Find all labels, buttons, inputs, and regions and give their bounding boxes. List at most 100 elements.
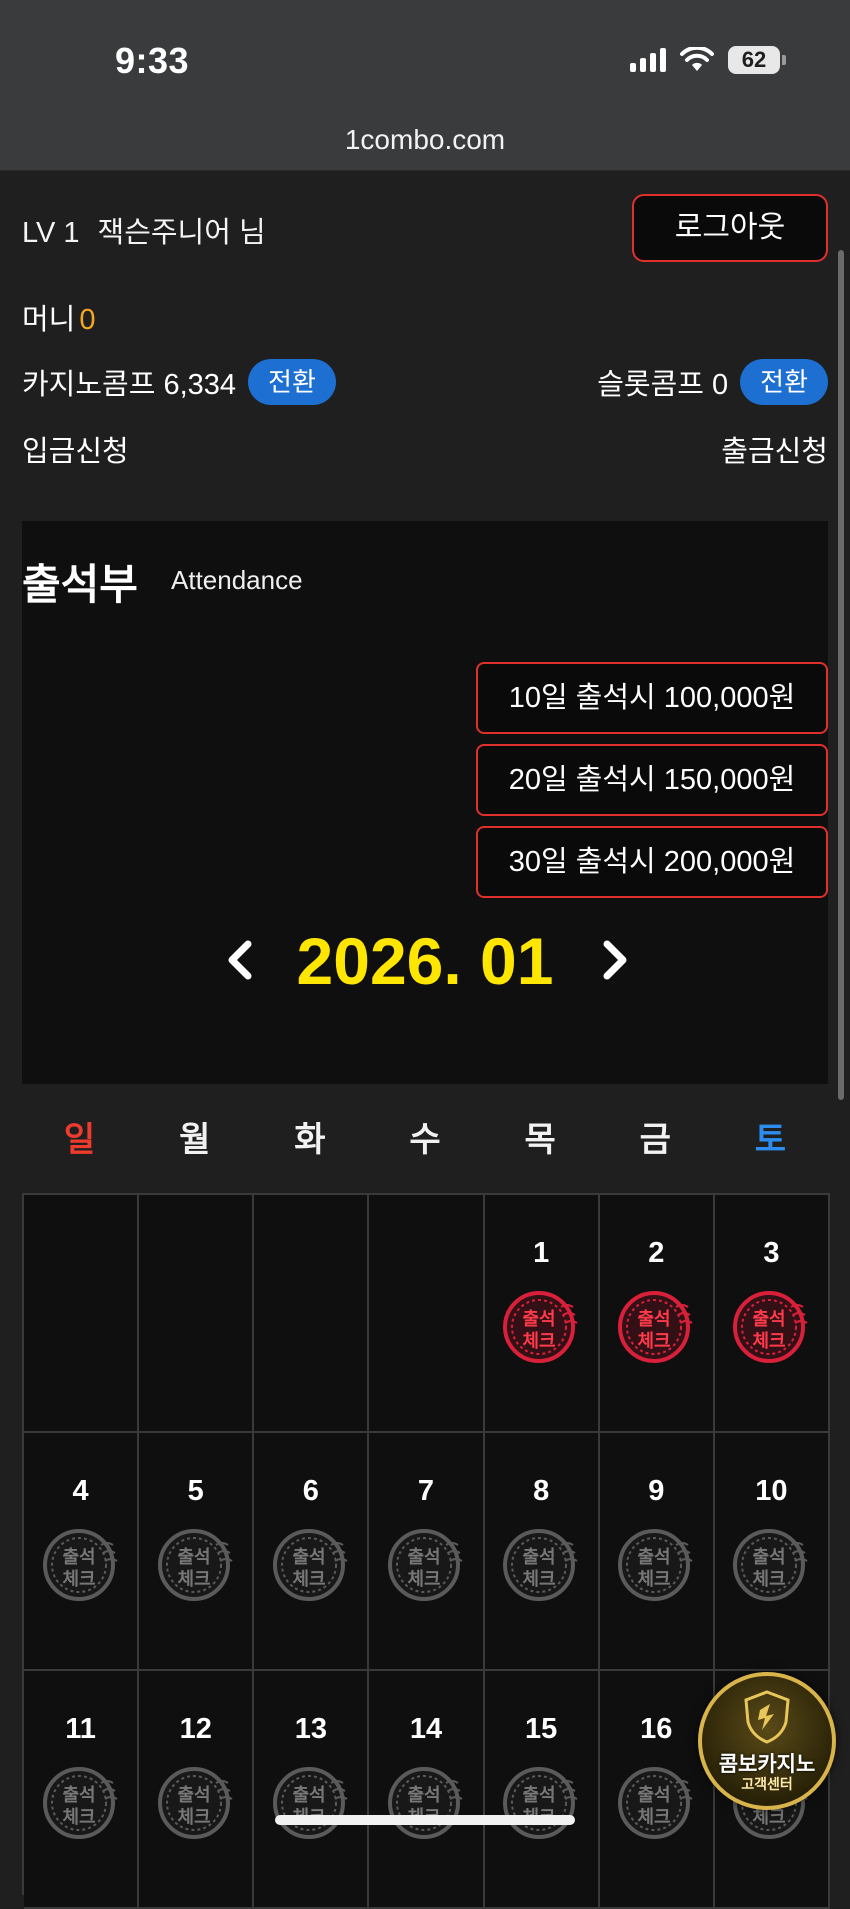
calendar-day-number: 1 — [533, 1237, 550, 1269]
prev-month-arrow-icon[interactable] — [218, 938, 262, 982]
slot-comp-label: 슬롯콤프 0 — [597, 369, 729, 401]
calendar-day-number: 13 — [294, 1713, 327, 1745]
calendar-day-cell[interactable]: 8 출석 체크 — [484, 1433, 600, 1671]
status-time: 9:33 — [115, 40, 190, 81]
attendance-checked-stamp-icon: 출석체크 — [733, 1291, 808, 1363]
weekday-sun: 일 — [63, 1121, 96, 1159]
calendar-day-cell[interactable]: 14 출석체크 — [369, 1671, 485, 1909]
svg-text:출석: 출석 — [407, 1547, 440, 1568]
calendar-day-number: 9 — [648, 1475, 665, 1507]
svg-text:체크: 체크 — [292, 1569, 325, 1590]
calendar-day-cell[interactable]: 6 출석 체크 — [254, 1433, 370, 1671]
deposit-link[interactable]: 입금신청 — [22, 436, 129, 468]
calendar-day-cell[interactable]: 13 출석체크 — [254, 1671, 370, 1909]
attendance-checked-stamp-icon: 출석체크 — [503, 1291, 578, 1363]
svg-text:출석: 출석 — [638, 1547, 671, 1568]
weekday-header: 일 월 화 수 목 금 토 — [22, 1112, 828, 1170]
svg-text:체크: 체크 — [753, 1807, 786, 1828]
attendance-unchecked-stamp-icon: 출석체크 — [42, 1767, 118, 1839]
reward-item: 20일 출석시 150,000원 — [476, 744, 828, 816]
svg-text:출석: 출석 — [523, 1547, 556, 1568]
svg-text:체크: 체크 — [638, 1331, 671, 1352]
calendar-day-number: 8 — [533, 1475, 550, 1507]
user-level: LV 1 — [22, 217, 80, 249]
home-indicator — [275, 1815, 575, 1825]
attendance-unchecked-stamp-icon: 출석체크 — [387, 1767, 463, 1839]
url-bar[interactable]: 1combo.com — [0, 124, 850, 156]
calendar-empty-cell — [139, 1195, 255, 1433]
calendar-day-number: 5 — [187, 1475, 204, 1507]
svg-text:체크: 체크 — [753, 1331, 786, 1352]
svg-text:출석: 출석 — [177, 1785, 210, 1806]
attendance-unchecked-stamp-icon: 출석체크 — [618, 1529, 693, 1601]
svg-text:체크: 체크 — [177, 1569, 210, 1590]
svg-text:체크: 체크 — [523, 1331, 556, 1352]
weekday-mon: 월 — [179, 1121, 211, 1159]
svg-text:출석: 출석 — [292, 1785, 325, 1806]
calendar-day-cell[interactable]: 11 출석 체크 — [24, 1671, 140, 1909]
slot-comp-convert-button[interactable]: 전환 — [740, 359, 828, 405]
calendar-day-cell[interactable]: 2 출석 체크 — [599, 1195, 715, 1433]
money-value: 0 — [79, 304, 96, 336]
calendar-day-number: 12 — [179, 1713, 212, 1745]
calendar-day-cell[interactable]: 9 출석 체크 — [599, 1433, 715, 1671]
attendance-subtitle: Attendance — [171, 565, 303, 595]
logout-button[interactable]: 로그아웃 — [632, 194, 828, 262]
svg-text:체크: 체크 — [407, 1569, 440, 1590]
attendance-unchecked-stamp-icon: 출석체크 — [503, 1767, 578, 1839]
account-header: LV 1 잭슨주니어 님 로그아웃 머니 0 카지노콤프 6,334 전환 슬롯콤프… — [0, 171, 850, 521]
svg-text:출석: 출석 — [62, 1547, 95, 1568]
svg-text:체크: 체크 — [62, 1569, 95, 1590]
svg-text:출석: 출석 — [407, 1785, 440, 1806]
user-name: 잭슨주니어 님 — [97, 217, 266, 249]
calendar-day-cell[interactable]: 5 출석 체크 — [139, 1433, 255, 1671]
attendance-unchecked-stamp-icon: 출석체크 — [387, 1529, 463, 1601]
svg-text:체크: 체크 — [523, 1569, 556, 1590]
attendance-unchecked-stamp-icon: 출석체크 — [618, 1767, 693, 1839]
battery-icon: 62 — [728, 46, 786, 74]
casino-comp-label: 카지노콤프 6,334 — [22, 369, 237, 401]
attendance-unchecked-stamp-icon: 출석체크 — [503, 1529, 578, 1601]
calendar-empty-cell — [24, 1195, 140, 1433]
status-icons: 62 — [630, 46, 786, 74]
comp-row: 카지노콤프 6,334 전환 슬롯콤프 0 전환 — [22, 359, 828, 405]
cellular-signal-icon — [630, 48, 666, 72]
calendar-day-cell[interactable]: 15 출석체크 — [484, 1671, 600, 1909]
page-scrollbar[interactable] — [838, 250, 844, 1100]
svg-text:체크: 체크 — [62, 1807, 95, 1828]
calendar-day-cell[interactable]: 3 출석 체크 — [714, 1195, 830, 1433]
calendar-day-cell[interactable]: 12 출석 체크 — [139, 1671, 255, 1909]
wifi-icon — [680, 47, 714, 71]
deposit-withdraw-row: 입금신청 출금신청 — [22, 428, 828, 470]
calendar-day-number: 11 — [65, 1713, 96, 1745]
calendar-day-cell[interactable]: 7 출석 체크 — [369, 1433, 485, 1671]
svg-text:출석: 출석 — [177, 1547, 210, 1568]
casino-comp-convert-button[interactable]: 전환 — [248, 359, 336, 405]
month-navigator: 2026. 01 — [22, 921, 828, 1001]
svg-text:출석: 출석 — [523, 1309, 556, 1330]
reward-list: 10일 출석시 100,000원 20일 출석시 150,000원 30일 출석… — [476, 662, 828, 908]
browser-chrome: 9:33 62 1combo.com — [0, 0, 850, 171]
withdraw-link[interactable]: 출금신청 — [721, 428, 828, 470]
attendance-checked-stamp-icon: 출석체크 — [618, 1291, 693, 1363]
calendar-day-cell[interactable]: 4 출석 체크 — [24, 1433, 140, 1671]
customer-support-button[interactable]: 콤보카지노 고객센터 — [698, 1672, 836, 1810]
weekday-fri: 금 — [639, 1121, 671, 1159]
calendar-day-cell[interactable]: 16 출석 체크 — [599, 1671, 715, 1909]
svg-text:체크: 체크 — [753, 1569, 786, 1590]
calendar-day-cell[interactable]: 10 출석 체크 — [714, 1433, 830, 1671]
calendar-day-number: 10 — [755, 1475, 788, 1507]
next-month-arrow-icon[interactable] — [593, 938, 637, 982]
calendar-day-number: 4 — [72, 1475, 89, 1507]
attendance-unchecked-stamp-icon: 출석체크 — [42, 1529, 118, 1601]
attendance-panel: 출석부 Attendance 10일 출석시 100,000원 20일 출석시 … — [22, 521, 828, 1084]
weekday-sat: 토 — [754, 1121, 787, 1159]
calendar-day-number: 7 — [417, 1475, 435, 1507]
svg-text:출석: 출석 — [292, 1547, 325, 1568]
svg-text:출석: 출석 — [638, 1309, 671, 1330]
weekday-thu: 목 — [524, 1121, 556, 1159]
support-emblem-icon — [744, 1690, 790, 1744]
svg-text:출석: 출석 — [753, 1547, 786, 1568]
calendar-day-cell[interactable]: 1 출석 체크 — [484, 1195, 600, 1433]
weekday-tue: 화 — [294, 1121, 326, 1159]
